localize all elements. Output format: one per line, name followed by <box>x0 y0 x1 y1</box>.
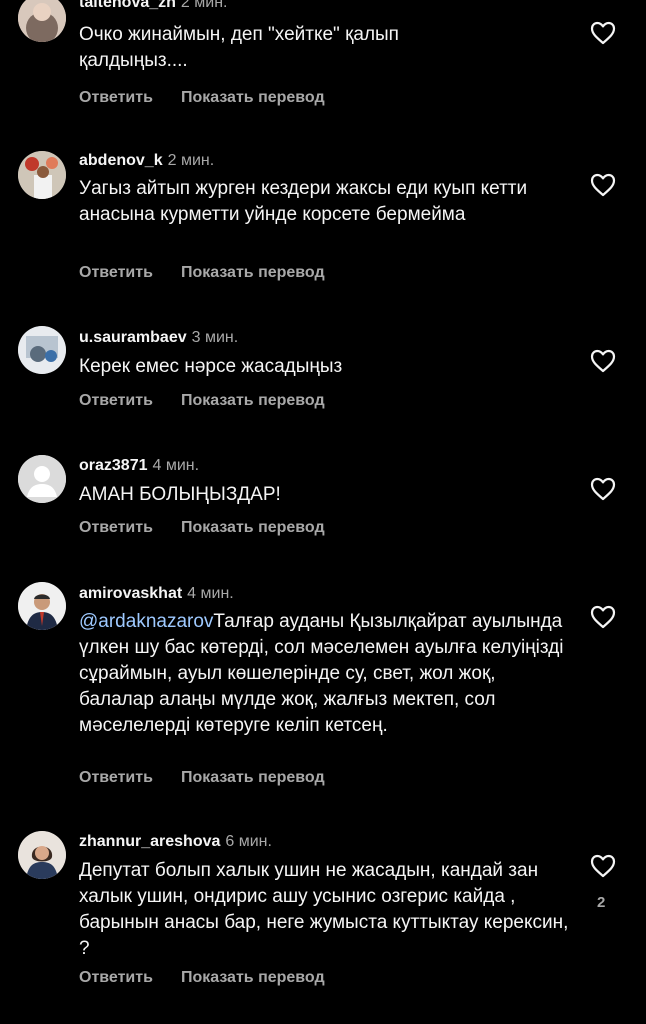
mention-link[interactable]: @ardaknazarov <box>79 611 213 632</box>
reply-button[interactable]: Ответить <box>79 519 153 536</box>
timestamp: 4 мин. <box>187 585 234 602</box>
username[interactable]: zhannur_areshova <box>79 833 220 850</box>
comment-text: АМАН БОЛЫҢЫЗДАР! <box>79 484 281 505</box>
username[interactable]: oraz3871 <box>79 457 148 474</box>
avatar[interactable] <box>18 831 66 879</box>
comment-text: Уагыз айтып журген кездери жаксы еди куы… <box>79 178 528 225</box>
comment-meta: zhannur_areshova 6 мин. <box>79 832 272 852</box>
comment-text: Очко жинаймын, деп "хейтке" қалып қалдың… <box>79 24 399 71</box>
comment-actions: Ответить Показать перевод <box>79 391 325 411</box>
avatar[interactable] <box>18 582 66 630</box>
reply-button[interactable]: Ответить <box>79 392 153 409</box>
show-translation-button[interactable]: Показать перевод <box>181 969 325 986</box>
comment-meta: u.saurambaev 3 мин. <box>79 328 238 348</box>
timestamp: 4 мин. <box>152 457 200 474</box>
comment-text: Керек емес нәрсе жасадыңыз <box>79 356 343 377</box>
heart-icon[interactable] <box>590 21 618 47</box>
heart-icon[interactable] <box>590 477 618 503</box>
comment-meta: amirovaskhat 4 мин. <box>79 584 234 604</box>
comment-text: @ardaknazarovТалғар ауданы Қызылқайрат а… <box>79 609 569 739</box>
comment-actions: Ответить Показать перевод <box>79 768 325 788</box>
reply-button[interactable]: Ответить <box>79 769 153 786</box>
avatar[interactable] <box>18 326 66 374</box>
username[interactable]: amirovaskhat <box>79 585 182 602</box>
heart-icon[interactable] <box>590 173 618 199</box>
comment-actions: Ответить Показать перевод <box>79 88 325 108</box>
comment-meta: abdenov_k 2 мин. <box>79 151 214 171</box>
show-translation-button[interactable]: Показать перевод <box>181 89 325 106</box>
reply-button[interactable]: Ответить <box>79 264 153 281</box>
username[interactable]: abdenov_k <box>79 152 163 169</box>
username[interactable]: u.saurambaev <box>79 329 187 346</box>
username[interactable]: taitenova_zn <box>79 0 176 11</box>
comment-actions: Ответить Показать перевод <box>79 518 325 538</box>
reply-button[interactable]: Ответить <box>79 969 153 986</box>
show-translation-button[interactable]: Показать перевод <box>181 264 325 281</box>
comment-meta: oraz3871 4 мин. <box>79 456 199 476</box>
timestamp: 3 мин. <box>191 329 239 346</box>
avatar[interactable] <box>18 455 66 503</box>
comment-text: Депутат болып халык ушин не жасадын, кан… <box>79 860 569 959</box>
timestamp: 6 мин. <box>225 833 272 850</box>
timestamp: 2 мин. <box>167 152 215 169</box>
comment-actions: Ответить Показать перевод <box>79 968 325 988</box>
heart-icon[interactable] <box>590 854 618 880</box>
comment-meta: taitenova_zn 2 мин. <box>79 0 227 13</box>
comment-actions: Ответить Показать перевод <box>79 263 325 283</box>
heart-icon[interactable] <box>590 605 618 631</box>
reply-button[interactable]: Ответить <box>79 89 153 106</box>
avatar[interactable] <box>18 151 66 199</box>
show-translation-button[interactable]: Показать перевод <box>181 392 325 409</box>
like-count: 2 <box>597 894 606 911</box>
heart-icon[interactable] <box>590 349 618 375</box>
avatar[interactable] <box>18 0 66 42</box>
show-translation-button[interactable]: Показать перевод <box>181 519 325 536</box>
timestamp: 2 мин. <box>180 0 228 11</box>
show-translation-button[interactable]: Показать перевод <box>181 769 325 786</box>
